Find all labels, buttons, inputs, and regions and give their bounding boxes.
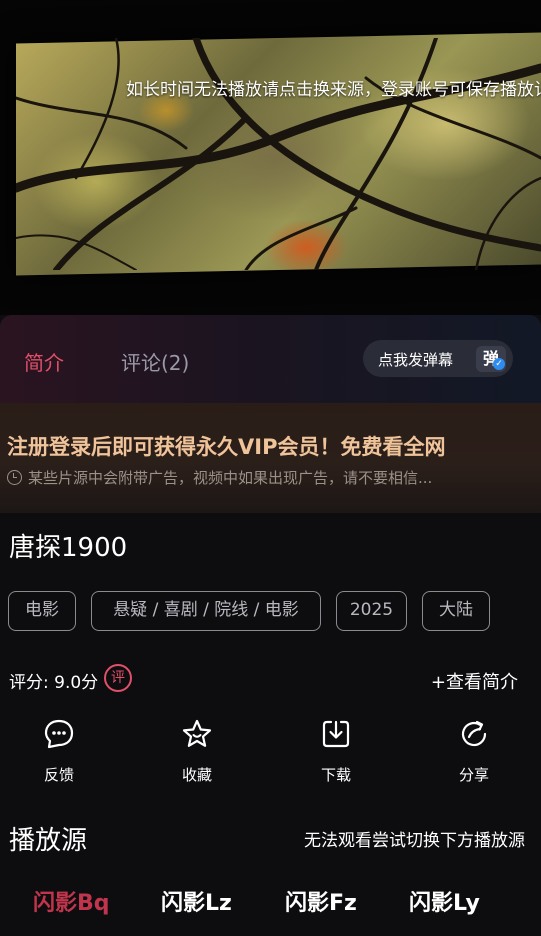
clock-icon [7,470,22,485]
feedback-icon [44,719,74,749]
tab-comments[interactable]: 评论(2) [121,347,189,376]
star-icon [182,719,212,747]
video-player[interactable]: 如长时间无法播放请点击换来源，登录账号可保存播放记录 [0,0,541,315]
send-danmaku-button[interactable]: 点我发弹幕 弹 ✓ [363,340,513,377]
feedback-label: 反馈 [43,766,74,784]
tab-intro[interactable]: 简介 [24,347,64,376]
share-button[interactable]: 分享 [434,718,514,785]
promo-notice-text: 某些片源中会附带广告，视频中如果出现广告，请不要相信... [28,469,433,487]
tag-year[interactable]: 2025 [336,591,407,631]
source-tab-lz[interactable]: 闪影Lz [161,885,232,917]
share-label: 分享 [458,766,489,784]
play-sources-title: 播放源 [9,826,88,856]
player-notice-text: 如长时间无法播放请点击换来源，登录账号可保存播放记录 [126,80,541,100]
source-tab-fz[interactable]: 闪影Fz [285,885,357,917]
check-icon: ✓ [493,358,505,370]
detail-tab-bar: 简介 评论(2) 点我发弹幕 弹 ✓ [0,315,541,403]
promo-notice: 某些片源中会附带广告，视频中如果出现广告，请不要相信... [7,467,432,488]
download-button[interactable]: 下载 [296,718,376,785]
download-icon [322,720,350,748]
rate-button[interactable]: 评 [104,664,132,692]
danmaku-toggle-icon[interactable]: 弹 ✓ [476,346,506,372]
promo-banner[interactable]: 注册登录后即可获得永久VIP会员！免费看全网 某些片源中会附带广告，视频中如果出… [0,403,541,513]
tag-type[interactable]: 电影 [8,591,76,631]
movie-details: 唐探1900 电影 悬疑 / 喜剧 / 院线 / 电影 2025 大陆 评分: … [0,513,541,936]
feedback-button[interactable]: 反馈 [19,718,99,785]
source-tab-ly[interactable]: 闪影Ly [409,885,480,917]
video-frame-branches [16,38,541,270]
share-icon [461,720,487,747]
view-intro-link[interactable]: +查看简介 [431,668,518,694]
tag-region[interactable]: 大陆 [422,591,490,631]
play-sources-hint: 无法观看尝试切换下方播放源 [304,831,525,851]
movie-title: 唐探1900 [9,533,128,563]
favorite-label: 收藏 [181,766,212,784]
favorite-button[interactable]: 收藏 [157,718,237,785]
movie-score: 评分: 9.0分 [9,673,99,693]
promo-title: 注册登录后即可获得永久VIP会员！免费看全网 [7,435,446,459]
send-danmaku-label: 点我发弹幕 [378,351,454,369]
download-label: 下载 [320,766,351,784]
tag-genres[interactable]: 悬疑 / 喜剧 / 院线 / 电影 [91,591,321,631]
source-tab-bq[interactable]: 闪影Bq [33,885,110,917]
